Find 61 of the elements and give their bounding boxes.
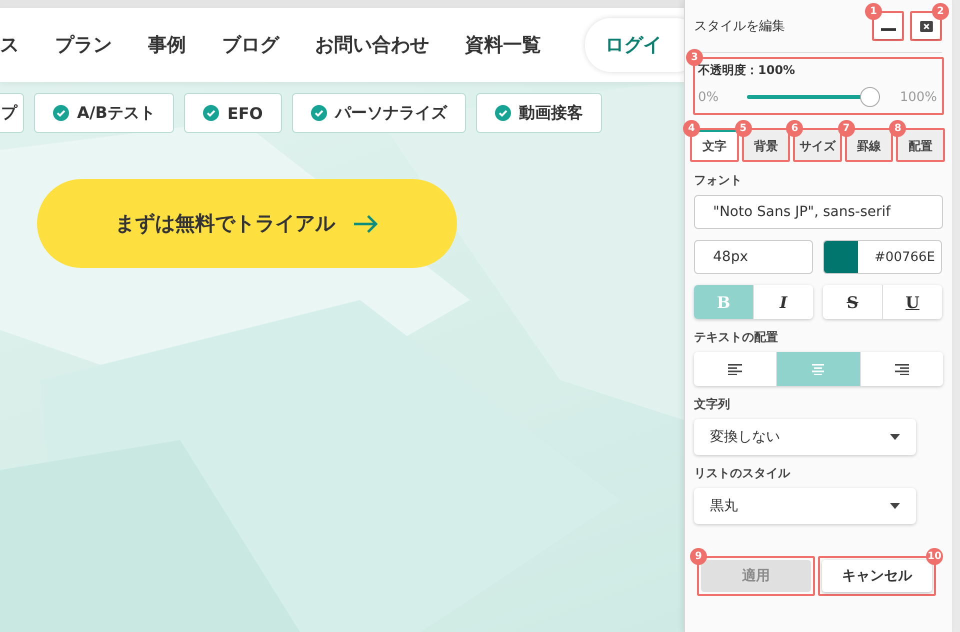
number-badge: 3 [686,49,703,66]
trial-button[interactable]: まずは無料でトライアル [37,179,457,268]
feature-chip: プ [0,93,24,133]
slider-min-label: 0% [698,90,719,104]
panel-title: スタイルを編集 [694,18,785,35]
nav-link[interactable]: 事例 [148,32,186,58]
check-circle-icon [310,105,327,121]
cancel-button[interactable]: キャンセル [822,560,932,592]
feature-chip: パーソナライズ [292,93,466,133]
field-label: リストのスタイル [694,465,792,482]
opacity-slider[interactable] [746,87,880,107]
number-badge: 6 [786,120,804,137]
number-badge: 4 [683,120,700,137]
underline-button[interactable]: U [882,285,942,319]
check-circle-icon [203,105,220,121]
align-right-button[interactable] [860,352,943,386]
slider-thumb[interactable] [860,87,880,107]
align-left-button[interactable] [694,352,776,386]
tab[interactable]: サイズ [795,130,840,160]
check-circle-icon [53,105,69,121]
size-input-field[interactable]: 48px [694,240,813,274]
field-label: テキストの配置 [694,329,779,346]
close-icon [920,20,932,32]
dropdown[interactable]: 黒丸 [694,488,916,524]
tab[interactable]: 配置 [898,130,943,160]
nav-link[interactable]: 資料一覧 [465,32,541,58]
feature-chip: EFO [184,93,282,133]
field-label: フォント [694,172,743,189]
feature-chip: 動画接客 [476,93,602,133]
align-left-icon [728,363,742,375]
align-center-icon [811,363,826,375]
font-input-field[interactable]: "Noto Sans JP", sans-serif [694,195,943,229]
nav-link[interactable]: ブログ [222,32,279,58]
nav-link[interactable]: ス [0,32,19,58]
number-badge: 7 [838,120,855,137]
tab[interactable]: 罫線 [846,130,892,160]
color-swatch[interactable] [824,241,858,273]
number-badge: 10 [926,548,943,565]
caret-down-icon [890,503,900,509]
feature-chip: A/Bテスト [34,93,174,133]
field-label: 文字列 [694,396,731,413]
caret-down-icon [890,434,900,440]
nav-link[interactable]: お問い合わせ [315,32,429,58]
number-badge: 2 [932,3,949,20]
number-badge: 9 [690,548,707,565]
color-input-field[interactable]: #00766E [823,240,942,274]
strike-button[interactable]: S [823,285,882,319]
align-right-icon [894,363,909,375]
italic-button[interactable]: I [753,285,813,319]
slider-max-label: 100% [900,90,937,104]
check-circle-icon [494,105,511,121]
number-badge: 8 [889,120,906,137]
login-button[interactable]: ログイ [585,18,684,72]
nav-link[interactable]: プラン [55,32,112,58]
tab[interactable]: 背景 [744,130,788,160]
arrow-right-icon [353,214,379,234]
minimize-icon [880,28,896,32]
dropdown[interactable]: 変換しない [694,419,916,455]
number-badge: 5 [734,120,752,137]
tab[interactable]: 文字 [692,130,737,160]
number-badge: 1 [865,3,882,20]
